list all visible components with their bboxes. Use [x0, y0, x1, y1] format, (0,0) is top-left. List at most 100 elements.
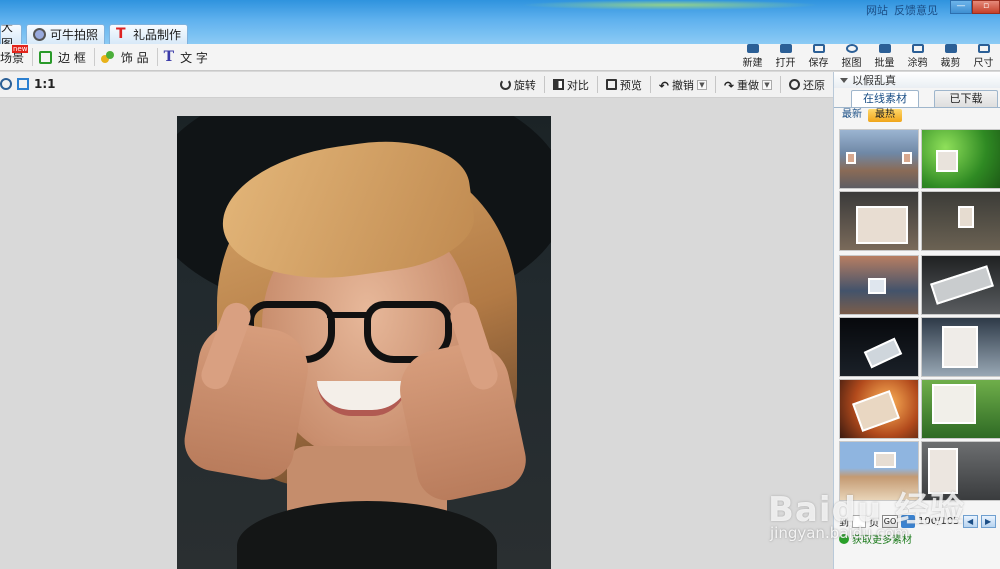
canvas-area[interactable]: [0, 98, 833, 569]
resize-label: 尺寸: [973, 58, 994, 69]
panel-tabs: 在线素材 已下载: [834, 88, 1000, 107]
thumbnail-ipad-frame[interactable]: [839, 191, 919, 251]
decoration-button[interactable]: 饰 品: [95, 48, 158, 66]
app-tabs: 大图 可牛拍照 T 礼品制作: [0, 22, 189, 44]
thumbnail-outdoor-billboard[interactable]: [921, 379, 1000, 439]
camera-icon: [33, 28, 46, 41]
frame-button[interactable]: 边 框: [33, 48, 95, 66]
new-icon: [746, 44, 759, 53]
resize-button[interactable]: 尺寸: [967, 44, 1000, 71]
compare-label: 对比: [566, 78, 589, 92]
thumbnail-street-scene[interactable]: [839, 129, 919, 189]
rotate-label: 旋转: [513, 78, 536, 92]
undo-label: 撤销: [671, 78, 694, 92]
title-glow: [520, 0, 820, 10]
cutout-button[interactable]: 抠图: [835, 44, 868, 71]
thumbnail-film-roll[interactable]: [921, 255, 1000, 315]
photo-glasses-bridge: [327, 312, 371, 318]
new-badge: new: [12, 45, 29, 53]
crop-button[interactable]: 裁剪: [934, 44, 967, 71]
panel-header[interactable]: 以假乱真: [834, 72, 1000, 88]
text-label: 文 字: [180, 50, 208, 65]
thumbnail-glass-frame[interactable]: [921, 317, 1000, 377]
restore-window-button[interactable]: ▫: [972, 0, 1000, 14]
panel-title: 以假乱真: [852, 74, 896, 87]
preview-label: 预览: [619, 78, 642, 92]
baidu-watermark: Baidu 经验 jingyan.baidu.com: [768, 482, 1000, 569]
filter-latest[interactable]: 最新: [839, 109, 865, 122]
tab-big-image[interactable]: 大图: [0, 24, 22, 44]
undo-button[interactable]: ↶ 撤销 ▼: [651, 76, 716, 93]
thumbnail-dark-ice[interactable]: [839, 317, 919, 377]
photo-sweater: [237, 501, 497, 569]
rotate-icon: [499, 79, 511, 90]
compare-button[interactable]: 对比: [545, 76, 598, 93]
scene-button[interactable]: new 场景: [0, 45, 34, 66]
tab-gift-making[interactable]: T 礼品制作: [109, 24, 189, 44]
decor-items: new 场景 边 框 饰 品 T 文 字: [0, 45, 216, 66]
top-links: 网站 反馈意见: [866, 2, 938, 18]
cutout-label: 抠图: [841, 58, 862, 69]
batch-label: 批量: [874, 58, 895, 69]
tab-online-materials[interactable]: 在线素材: [851, 90, 919, 107]
batch-button[interactable]: 批量: [868, 44, 901, 71]
tab-kenew-photo[interactable]: 可牛拍照: [26, 24, 106, 44]
restore-icon: [789, 79, 800, 90]
gift-icon: T: [116, 26, 126, 42]
collapse-icon: [840, 77, 848, 83]
new-button[interactable]: 新建: [736, 44, 769, 71]
thumbnail-fire-card[interactable]: [839, 379, 919, 439]
crop-icon: [944, 44, 957, 53]
redo-dropdown-icon[interactable]: ▼: [762, 79, 772, 90]
undo-dropdown-icon[interactable]: ▼: [696, 79, 707, 90]
decoration-label: 饰 品: [120, 50, 149, 65]
edit-actions: 旋转 对比 预览 ↶ 撤销 ▼ ↷ 重做 ▼ 还原: [492, 76, 827, 93]
frame-icon: [39, 50, 53, 64]
open-label: 打开: [775, 58, 796, 69]
crop-label: 裁剪: [940, 58, 961, 69]
text-icon: T: [163, 49, 175, 65]
redo-label: 重做: [737, 78, 759, 92]
preview-button[interactable]: 预览: [598, 76, 651, 93]
main-tools: 新建 打开 保存 抠图 批量 涂鸦 裁剪 尺寸: [736, 44, 1000, 71]
title-bar: 网站 反馈意见 — ▫ 大图 可牛拍照 T 礼品制作: [0, 0, 1000, 44]
redo-icon: ↷: [723, 79, 734, 93]
text-button[interactable]: T 文 字: [158, 48, 216, 66]
save-icon: [812, 44, 825, 53]
doodle-icon: [911, 44, 924, 53]
open-icon: [779, 44, 792, 53]
preview-icon: [605, 79, 617, 90]
doodle-button[interactable]: 涂鸦: [901, 44, 934, 71]
redo-button[interactable]: ↷ 重做 ▼: [716, 76, 781, 93]
zoom-controls: 1:1: [0, 77, 56, 91]
tab-downloaded[interactable]: 已下载: [934, 90, 998, 107]
cutout-icon: [845, 44, 858, 53]
feedback-link[interactable]: 反馈意见: [894, 2, 938, 18]
resize-icon: [977, 44, 990, 53]
save-button[interactable]: 保存: [802, 44, 835, 71]
fit-icon[interactable]: [17, 78, 29, 90]
tab-label: 可牛拍照: [50, 28, 99, 42]
undo-icon: ↶: [658, 79, 669, 93]
thumbnail-green-leaves[interactable]: [921, 129, 1000, 189]
filter-bar: 最新 最热: [834, 107, 1000, 122]
doodle-label: 涂鸦: [907, 58, 928, 69]
minimize-button[interactable]: —: [950, 0, 972, 14]
website-link[interactable]: 网站: [866, 2, 888, 18]
decoration-icon: [100, 50, 115, 64]
decor-toolbar: new 场景 边 框 饰 品 T 文 字 新建 打开 保存 抠图 批量 涂鸦 裁…: [0, 44, 1000, 71]
filter-hottest[interactable]: 最热: [868, 109, 902, 122]
edit-toolbar: 1:1 旋转 对比 预览 ↶ 撤销 ▼ ↷ 重做 ▼ 还原: [0, 72, 833, 98]
tab-label: 礼品制作: [133, 28, 182, 42]
zoom-ratio[interactable]: 1:1: [34, 77, 56, 91]
window-controls: — ▫: [950, 0, 1000, 14]
edited-photo[interactable]: [177, 116, 551, 569]
rotate-button[interactable]: 旋转: [492, 76, 545, 93]
watermark-url: jingyan.baidu.com: [770, 524, 909, 542]
open-button[interactable]: 打开: [769, 44, 802, 71]
thumbnail-street-poster[interactable]: [921, 191, 1000, 251]
restore-label: 还原: [803, 78, 825, 92]
zoom-in-icon[interactable]: [0, 78, 12, 90]
restore-button[interactable]: 还原: [781, 76, 827, 93]
thumbnail-crowd-screen[interactable]: [839, 255, 919, 315]
